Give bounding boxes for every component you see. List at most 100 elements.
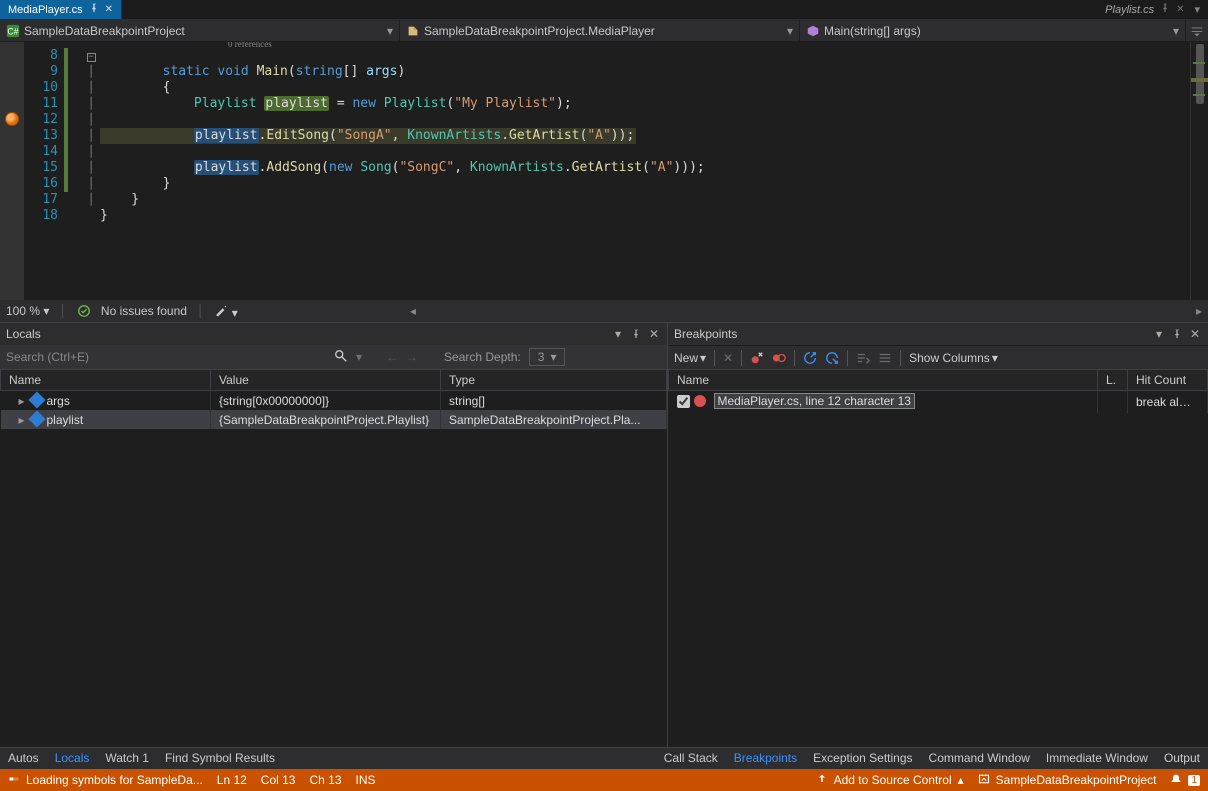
status-char[interactable]: Ch 13	[309, 773, 341, 787]
panel-title-label: Locals	[6, 327, 41, 341]
publish-button[interactable]: SampleDataBreakpointProject	[978, 773, 1157, 788]
column-header[interactable]: L.	[1098, 370, 1128, 391]
nav-method-label: Main(string[] args)	[824, 24, 921, 38]
close-icon[interactable]: ✕	[1188, 327, 1202, 341]
column-header[interactable]: Name	[669, 370, 1098, 391]
go-to-source-icon[interactable]	[856, 351, 870, 365]
variable-icon	[28, 411, 45, 428]
export-icon[interactable]	[803, 351, 817, 365]
notifications-button[interactable]: 1	[1170, 773, 1200, 788]
brush-icon[interactable]: ▾	[214, 303, 237, 320]
split-handle[interactable]	[1186, 20, 1208, 41]
issues-label[interactable]: No issues found	[101, 304, 187, 318]
tool-panels: Locals ▾ ✕ ▾ ← → Search Depth: 3 ▾ Na	[0, 322, 1208, 747]
close-icon[interactable]: ✕	[105, 4, 113, 15]
chevron-down-icon[interactable]: ▾	[356, 350, 362, 364]
expander-icon[interactable]: ▸	[17, 394, 27, 408]
chevron-down-icon: ▾	[387, 24, 393, 38]
change-margin	[64, 42, 82, 300]
import-icon[interactable]	[825, 351, 839, 365]
variable-icon	[28, 392, 45, 409]
search-depth-dropdown[interactable]: 3 ▾	[529, 348, 566, 366]
nav-method[interactable]: Main(string[] args) ▾	[800, 20, 1186, 41]
tool-tab-locals[interactable]: Locals	[47, 748, 98, 769]
nav-fwd-icon[interactable]: →	[406, 350, 418, 364]
tool-tab-find-symbol-results[interactable]: Find Symbol Results	[157, 748, 283, 769]
status-loading[interactable]: Loading symbols for SampleDa...	[8, 773, 203, 788]
line-number-margin: 89101112131415161718	[24, 42, 64, 300]
go-to-disasm-icon[interactable]	[878, 351, 892, 365]
tab-label: Playlist.cs	[1105, 4, 1154, 16]
outline-margin[interactable]: − │││││││││	[82, 42, 100, 300]
chevron-down-icon[interactable]: ▾	[1194, 3, 1200, 16]
method-icon	[806, 24, 820, 38]
locals-row[interactable]: ▸args {string[0x00000000]} string[]	[1, 391, 667, 411]
tool-window-tabstrip: AutosLocalsWatch 1Find Symbol Results Ca…	[0, 747, 1208, 769]
pin-icon[interactable]	[89, 3, 99, 16]
locals-row[interactable]: ▸playlist {SampleDataBreakpointProject.P…	[1, 410, 667, 429]
status-bar: Loading symbols for SampleDa... Ln 12 Co…	[0, 769, 1208, 791]
column-header[interactable]: Type	[441, 370, 667, 391]
pin-icon[interactable]	[1160, 3, 1170, 16]
nav-project[interactable]: C# SampleDataBreakpointProject ▾	[0, 20, 400, 41]
breakpoint-icon	[694, 395, 706, 407]
breakpoint-indicator[interactable]	[5, 112, 19, 126]
show-columns-dropdown[interactable]: Show Columns ▾	[909, 351, 998, 365]
tool-tab-call-stack[interactable]: Call Stack	[656, 748, 726, 769]
nav-back-icon[interactable]: ←	[386, 350, 398, 364]
tool-tab-breakpoints[interactable]: Breakpoints	[726, 748, 805, 769]
chevron-down-icon: ▾	[1173, 24, 1179, 38]
column-header[interactable]: Name	[1, 370, 211, 391]
tool-tab-immediate-window[interactable]: Immediate Window	[1038, 748, 1156, 769]
breakpoint-row[interactable]: MediaPlayer.cs, line 12 character 13 bre…	[669, 391, 1208, 413]
new-breakpoint-button[interactable]: New ▾	[674, 351, 706, 365]
navigation-bar: C# SampleDataBreakpointProject ▾ SampleD…	[0, 20, 1208, 42]
delete-breakpoint-icon[interactable]: ✕	[723, 351, 733, 365]
status-ins[interactable]: INS	[356, 773, 376, 787]
status-line[interactable]: Ln 12	[217, 773, 247, 787]
breakpoint-enabled-checkbox[interactable]	[677, 395, 690, 408]
column-header[interactable]: Value	[211, 370, 441, 391]
zoom-dropdown[interactable]: 100 % ▾	[6, 304, 49, 318]
window-menu-icon[interactable]: ▾	[611, 327, 625, 341]
expander-icon[interactable]: ▸	[17, 413, 27, 427]
class-icon	[406, 24, 420, 38]
delete-all-icon[interactable]	[750, 351, 764, 365]
close-icon[interactable]: ✕	[1176, 4, 1184, 15]
vertical-scrollbar[interactable]	[1190, 42, 1208, 300]
nav-project-label: SampleDataBreakpointProject	[24, 24, 185, 38]
locals-toolbar: ▾ ← → Search Depth: 3 ▾	[0, 345, 667, 369]
document-tab-strip: MediaPlayer.cs ✕ Playlist.cs ✕ ▾	[0, 0, 1208, 20]
tool-tab-output[interactable]: Output	[1156, 748, 1208, 769]
editor-status-strip: 100 % ▾ │ No issues found │ ▾ ◂ ▸	[0, 300, 1208, 322]
nav-class[interactable]: SampleDataBreakpointProject.MediaPlayer …	[400, 20, 800, 41]
tool-tab-exception-settings[interactable]: Exception Settings	[805, 748, 920, 769]
tab-playlist-preview[interactable]: Playlist.cs ✕ ▾	[1097, 0, 1208, 19]
pin-icon[interactable]	[629, 327, 643, 341]
code-content[interactable]: 0 references static void Main(string[] a…	[100, 42, 1190, 300]
scroll-left-icon[interactable]: ◂	[410, 304, 416, 318]
codelens-references[interactable]: 0 references	[228, 42, 272, 52]
tab-mediaplayer[interactable]: MediaPlayer.cs ✕	[0, 0, 122, 19]
chevron-down-icon: ▾	[43, 304, 49, 318]
toggle-all-icon[interactable]	[772, 351, 786, 365]
tool-tab-command-window[interactable]: Command Window	[921, 748, 1038, 769]
close-icon[interactable]: ✕	[647, 327, 661, 341]
search-icon[interactable]	[334, 349, 348, 366]
chevron-down-icon: ▾	[550, 349, 556, 365]
column-header[interactable]: Hit Count	[1128, 370, 1208, 391]
source-control-button[interactable]: Add to Source Control ▴	[816, 773, 964, 788]
breakpoint-margin[interactable]	[0, 42, 24, 300]
window-menu-icon[interactable]: ▾	[1152, 327, 1166, 341]
status-col[interactable]: Col 13	[261, 773, 296, 787]
breakpoint-name: MediaPlayer.cs, line 12 character 13	[714, 393, 915, 409]
search-input[interactable]	[6, 350, 326, 364]
tool-tab-watch-1[interactable]: Watch 1	[97, 748, 157, 769]
locals-panel: Locals ▾ ✕ ▾ ← → Search Depth: 3 ▾ Na	[0, 323, 668, 747]
tool-tab-autos[interactable]: Autos	[0, 748, 47, 769]
scroll-right-icon[interactable]: ▸	[1196, 304, 1202, 318]
publish-icon	[978, 773, 990, 788]
pin-icon[interactable]	[1170, 327, 1184, 341]
code-editor: 89101112131415161718 − │││││││││ 0 refer…	[0, 42, 1208, 322]
locals-grid: Name Value Type ▸args {string[0x00000000…	[0, 369, 667, 429]
